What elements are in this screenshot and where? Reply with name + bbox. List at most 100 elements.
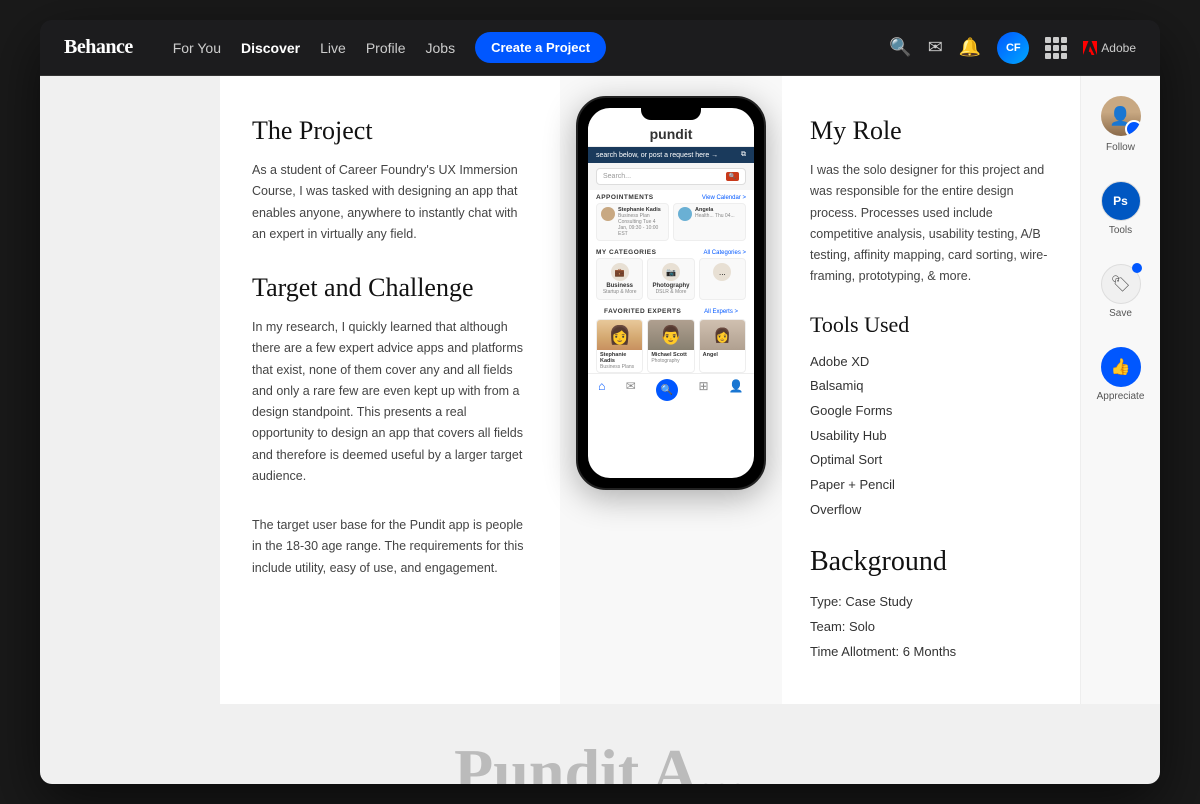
- save-icon[interactable]: 🏷: [1101, 264, 1141, 304]
- nav-icons: 🔍 ✉ 🔔 CF Adobe: [889, 32, 1136, 64]
- appreciate-icon[interactable]: 👍: [1101, 347, 1141, 387]
- info-column: My Role I was the solo designer for this…: [782, 76, 1080, 704]
- cat-sub-1: Startup & More: [601, 289, 638, 295]
- phone-home-icon[interactable]: ⌂: [598, 379, 605, 401]
- experts-label: FAVORITED EXPERTS: [604, 308, 681, 315]
- appt-info-2: Angela Health... Thu 04...: [695, 207, 735, 219]
- phone-search-circle-icon[interactable]: 🔍: [656, 379, 678, 401]
- banner-icon: ⧉: [741, 151, 746, 159]
- bell-icon[interactable]: 🔔: [959, 37, 981, 58]
- my-role-title: My Role: [810, 116, 1052, 146]
- creator-avatar: 👤: [1101, 96, 1141, 136]
- experts-section: FAVORITED EXPERTS All Experts > 👩 Steph: [588, 304, 754, 373]
- appreciate-label: Appreciate: [1097, 391, 1145, 402]
- category-card-photography[interactable]: 📷 Photography DSLR & More: [647, 258, 694, 300]
- expert-info-1: Stephanie Kadis Business Plans: [597, 350, 642, 372]
- tool-item-1: Balsamiq: [810, 374, 1052, 399]
- appointments-label: APPOINTMENTS: [596, 194, 654, 201]
- search-icon[interactable]: 🔍: [889, 37, 911, 58]
- banner-text: search below, or post a request here →: [596, 152, 718, 159]
- category-card-extra[interactable]: ...: [699, 258, 746, 300]
- expert-field-2: Photography: [651, 358, 690, 364]
- tools-list: Adobe XD Balsamiq Google Forms Usability…: [810, 350, 1052, 523]
- expert-card-1[interactable]: 👩 Stephanie Kadis Business Plans: [596, 319, 643, 373]
- background-time: Time Allotment: 6 Months: [810, 640, 1052, 665]
- tool-item-6: Overflow: [810, 498, 1052, 523]
- project-body-1: As a student of Career Foundry's UX Imme…: [252, 160, 528, 245]
- background-title: Background: [810, 546, 1052, 578]
- cat-sub-2: DSLR & More: [652, 289, 689, 295]
- nav-link-discover[interactable]: Discover: [241, 40, 300, 56]
- photoshop-icon[interactable]: Ps: [1101, 181, 1141, 221]
- tool-item-0: Adobe XD: [810, 350, 1052, 375]
- phone-bottom-nav: ⌂ ✉ 🔍 ⊞ 👤: [588, 373, 754, 406]
- nav-link-jobs[interactable]: Jobs: [426, 40, 456, 56]
- nav-link-for-you[interactable]: For You: [173, 40, 221, 56]
- appointment-card-2: Angela Health... Thu 04...: [673, 203, 746, 241]
- appt-info-1: Stephanie Kadis Business Plan Consulting…: [618, 207, 664, 237]
- adobe-logo: Adobe: [1083, 41, 1136, 55]
- appointments-list: Stephanie Kadis Business Plan Consulting…: [588, 203, 754, 245]
- tools-action: Ps Tools: [1101, 181, 1141, 236]
- all-experts-link[interactable]: All Experts >: [704, 309, 738, 315]
- extra-cat-icon: ...: [713, 263, 731, 281]
- business-icon: 💼: [611, 263, 629, 281]
- my-role-body: I was the solo designer for this project…: [810, 160, 1052, 288]
- background-team: Team: Solo: [810, 615, 1052, 640]
- follow-label[interactable]: Follow: [1106, 142, 1135, 153]
- main-content: The Project As a student of Career Found…: [40, 76, 1160, 704]
- photography-icon: 📷: [662, 263, 680, 281]
- background-type: Type: Case Study: [810, 590, 1052, 615]
- phone-person-icon[interactable]: 👤: [729, 379, 744, 401]
- phone-notch: [641, 108, 701, 120]
- save-indicator-dot: [1132, 263, 1142, 273]
- project-title: The Project: [252, 116, 528, 146]
- appointment-card-1: Stephanie Kadis Business Plan Consulting…: [596, 203, 669, 241]
- app-logo-text: pundit: [650, 126, 693, 142]
- experts-header: FAVORITED EXPERTS All Experts >: [596, 304, 746, 317]
- expert-field-1: Business Plans: [600, 364, 639, 370]
- mail-icon[interactable]: ✉: [928, 37, 943, 58]
- expert-name-3: Angel: [703, 352, 742, 358]
- expert-info-3: Angel: [700, 350, 745, 360]
- logo[interactable]: Behance: [64, 36, 133, 59]
- project-body-3: The target user base for the Pundit app …: [252, 515, 528, 579]
- all-categories-link[interactable]: All Categories >: [703, 250, 746, 256]
- tool-item-3: Usability Hub: [810, 424, 1052, 449]
- tools-label: Tools: [1109, 225, 1132, 236]
- app-banner: search below, or post a request here → ⧉: [588, 147, 754, 163]
- phone-grid-icon[interactable]: ⊞: [698, 379, 708, 401]
- expert-photo-2: 👨: [648, 320, 693, 350]
- expert-name-1: Stephanie Kadis: [600, 352, 639, 364]
- phone-column: pundit search below, or post a request h…: [560, 76, 782, 704]
- user-avatar[interactable]: CF: [997, 32, 1029, 64]
- apps-grid-icon[interactable]: [1045, 37, 1067, 59]
- appreciate-action: 👍 Appreciate: [1097, 347, 1145, 402]
- left-gutter: [40, 76, 220, 704]
- app-search-bar[interactable]: Search... 🔍: [596, 168, 746, 185]
- categories-header: MY CATEGORIES All Categories >: [588, 245, 754, 258]
- create-project-button[interactable]: Create a Project: [475, 32, 606, 63]
- nav-links: For You Discover Live Profile Jobs Creat…: [173, 32, 866, 63]
- target-title: Target and Challenge: [252, 273, 528, 303]
- avatar-face: 👤: [1101, 96, 1141, 136]
- phone-mockup: pundit search below, or post a request h…: [576, 96, 766, 490]
- experts-grid: 👩 Stephanie Kadis Business Plans: [596, 319, 746, 373]
- phone-mail-icon[interactable]: ✉: [626, 379, 636, 401]
- search-placeholder: Search...: [603, 173, 631, 180]
- expert-photo-3: 👩: [700, 320, 745, 350]
- expert-card-2[interactable]: 👨 Michael Scott Photography: [647, 319, 694, 373]
- category-card-business[interactable]: 💼 Business Startup & More: [596, 258, 643, 300]
- app-header: pundit: [588, 120, 754, 147]
- expert-card-3[interactable]: 👩 Angel: [699, 319, 746, 373]
- save-action: 🏷 Save: [1101, 264, 1141, 319]
- view-calendar-link[interactable]: View Calendar >: [702, 195, 746, 201]
- appt-sub-1: Business Plan Consulting Tue 4 Jan, 09:3…: [618, 213, 664, 237]
- nav-link-profile[interactable]: Profile: [366, 40, 406, 56]
- search-submit-icon[interactable]: 🔍: [726, 172, 739, 181]
- phone-screen: pundit search below, or post a request h…: [588, 108, 754, 478]
- tool-item-5: Paper + Pencil: [810, 473, 1052, 498]
- nav-link-live[interactable]: Live: [320, 40, 346, 56]
- expert-photo-1: 👩: [597, 320, 642, 350]
- navbar: Behance For You Discover Live Profile Jo…: [40, 20, 1160, 76]
